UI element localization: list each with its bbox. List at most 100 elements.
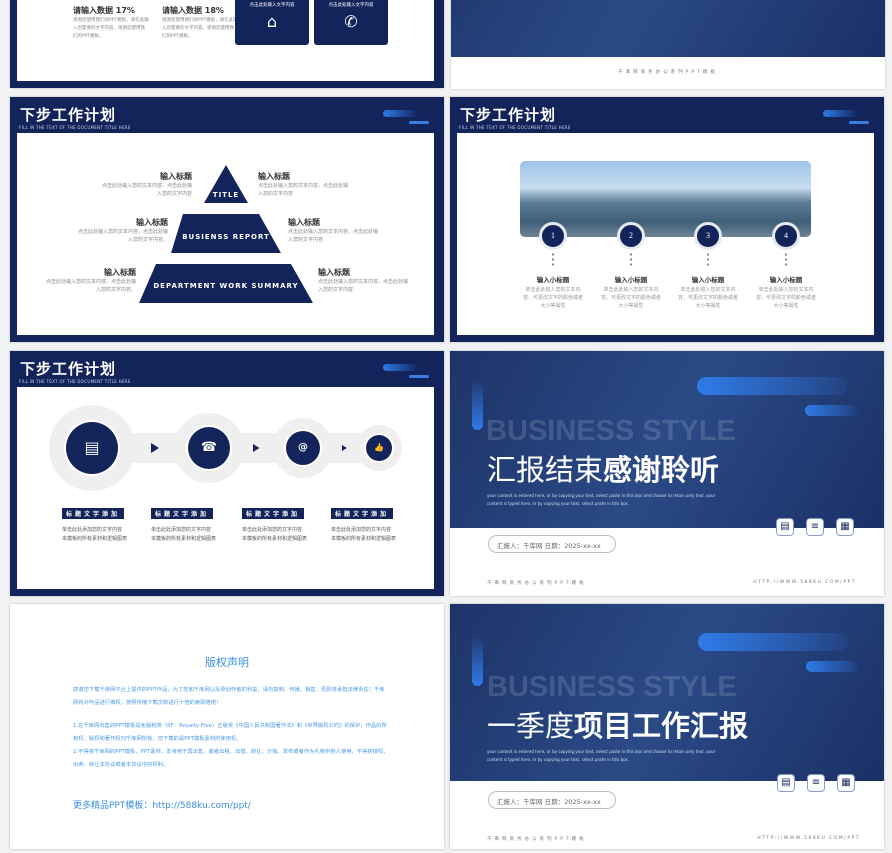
decor-bar (472, 634, 483, 686)
footer-right: HTTP://WWW.588KU.COM/PPT (753, 580, 856, 585)
home-icon: ⌂ (266, 12, 278, 31)
data-desc: 感谢您使用我们的PPT模板，请在此输入您需要的文字内容，感谢您使用我们的PPT模… (162, 18, 238, 39)
flow-desc: 单击此处添加您的文字内容 本模板的所有素材和逻辑图表 (242, 526, 307, 544)
label-desc: 点击此处输入您的文本内容，点击此处输入您的文字内容。 (78, 229, 169, 243)
step-title: 输入小标题 (769, 276, 803, 284)
body-text: your content is entered here, or by copy… (487, 749, 716, 762)
step-desc: 单击此处输入您的文本内容，可更改文字的颜色或者大小等属性 (677, 287, 738, 309)
footer-right: HTTP://WWW.588KU.COM/PPT (757, 836, 860, 841)
pyramid-right-3: 输入标题点击此处输入您的文本内容，点击此处输入您的文字内容 (318, 267, 408, 294)
label-title: 输入标题 (136, 218, 168, 227)
pyramid-diagram: TITLE BUSIENSS REPORT DEPARTMENT WORK SU… (139, 165, 313, 303)
step-number-circle: 3 (694, 222, 722, 250)
footer-left: 千库网商务办公系列PPT模板 (487, 581, 587, 586)
body-text: your content is entered here, or by copy… (487, 493, 716, 506)
step-title: 输入小标题 (691, 276, 725, 284)
pyramid-label: TITLE (213, 191, 239, 199)
flow-tag: 标题文字添加 (62, 508, 125, 519)
data-desc: 感谢您使用我们的PPT模板，请在此输入您需要的文字内容，感谢您使用我们的PPT模… (73, 18, 149, 39)
document-icon[interactable]: ▤ (776, 518, 794, 536)
card-text: 点击此处输入文字内容 (249, 3, 295, 8)
flow-desc: 单击此处添加您的文字内容 本模板的所有素材和逻辑图表 (62, 526, 127, 544)
flow-desc-line: 本模板的所有素材和逻辑图表 (242, 536, 308, 542)
step-number-circle: 4 (772, 222, 800, 250)
flow-tag: 标题文字添加 (151, 508, 214, 519)
copyright-body: 感谢您下载千库网平台上提供的PPT作品，为了您和千库网以及原创作者的利益，请勿复… (73, 684, 389, 772)
dotted-connector (707, 252, 709, 268)
step-number-circle: 2 (617, 222, 645, 250)
email-icon: @ (298, 442, 308, 453)
info-card: 点击此处输入文字内容 ⌂ (235, 0, 309, 45)
copyright-title: 版权声明 (205, 656, 249, 669)
closing-title: 汇报结束感谢聆听 (487, 447, 719, 489)
copyright-paragraph: 2.不得将千库网的PPT模板、PPT素材，本身用于再出售，或者出租、出借、转让、… (73, 749, 389, 768)
slide-content: 请输入数据 17% 感谢您使用我们的PPT模板，请在此输入您需要的文字内容，感谢… (17, 0, 434, 81)
title-bold: 感谢聆听 (603, 453, 720, 487)
dotted-connector (630, 252, 632, 268)
label-desc: 点击此处输入您的文本内容，点击此处输入您的文字内容 (288, 229, 379, 243)
database-icon[interactable]: ≡ (807, 774, 825, 792)
calendar-icon[interactable]: ▦ (837, 774, 855, 792)
city-skyline-image (520, 161, 811, 237)
title-bold: 项目工作汇报 (574, 709, 749, 743)
decor-bar (472, 378, 483, 430)
data-title: 请输入数据 17% (73, 6, 135, 15)
flow-diagram (49, 405, 402, 491)
document-icon[interactable]: ▤ (777, 774, 795, 792)
label-desc: 点击此处输入您的文本内容，点击此处输入您的文字内容。 (46, 279, 137, 293)
slide-subtitle: FILL IN THE TEXT OF THE DOCUMENT TITLE H… (459, 125, 571, 130)
flow-desc: 单击此处添加您的文字内容 本模板的所有素材和逻辑图表 (151, 526, 216, 544)
pyramid-left-1: 输入标题 点击此处输入您的文本内容，点击此处输入您的文字内容 (102, 171, 192, 198)
cover-title: 一季度项目工作汇报 (487, 703, 748, 745)
pyramid-label: DEPARTMENT WORK SUMMARY (153, 282, 298, 290)
step-title: 输入小标题 (536, 276, 570, 284)
pyramid-left-2: 输入标题点击此处输入您的文本内容，点击此处输入您的文字内容。 (78, 217, 168, 244)
label-title: 输入标题 (318, 268, 350, 277)
slide-thumbnail-flow[interactable]: 下步工作计划 FILL IN THE TEXT OF THE DOCUMENT … (10, 351, 444, 596)
data-title: 请输入数据 18% (162, 6, 224, 15)
decor-bar (697, 377, 847, 395)
title-light: 汇报结束 (487, 453, 604, 487)
slide-thumbnail-pyramid[interactable]: 下步工作计划 FILL IN THE TEXT OF THE DOCUMENT … (10, 97, 444, 342)
telephone-icon: ☎ (200, 440, 218, 455)
footer-text: 千库网商务办公系列PPT模板 (618, 70, 718, 75)
background-watermark-text: BUSINESS STYLE (486, 415, 736, 447)
slide-thumbnail-copyright[interactable]: 版权声明 感谢您下载千库网平台上提供的PPT作品，为了您和千库网以及原创作者的利… (10, 604, 444, 849)
flow-tag: 标题文字添加 (331, 508, 394, 519)
title-light: 一季度 (487, 709, 575, 743)
copyright-paragraph: 感谢您下载千库网平台上提供的PPT作品，为了您和千库网以及原创作者的利益，请勿复… (73, 687, 385, 706)
chat-icon: ▤ (84, 438, 100, 457)
background-watermark-text: BUSINESS STYLE (487, 671, 737, 703)
decor-bar (849, 121, 869, 124)
flow-tag: 标题文字添加 (242, 508, 305, 519)
label-desc: 点击此处输入您的文本内容，点击此处输入您的文字内容 (258, 183, 349, 197)
slide-thumbnail-steps[interactable]: 下步工作计划 FILL IN THE TEXT OF THE DOCUMENT … (450, 97, 884, 342)
label-desc: 点击此处输入您的文本内容，点击此处输入您的文字内容 (318, 279, 409, 293)
slide-thumbnail-cover[interactable]: BUSINESS STYLE 一季度项目工作汇报 your content is… (450, 604, 884, 849)
pyramid-right-2: 输入标题 点击此处输入您的文本内容，点击此处输入您的文字内容 (288, 217, 378, 244)
more-templates-link[interactable]: 更多精品PPT模板：http://588ku.com/ppt/ (73, 798, 251, 811)
dotted-connector (785, 252, 787, 268)
chart-photo-background (451, 0, 885, 57)
step-desc: 单击此处输入您的文本内容，可更改文字的颜色或者大小等属性 (600, 287, 661, 309)
pyramid-label: BUSIENSS REPORT (182, 233, 270, 241)
slide-thumbnail-data[interactable]: 请输入数据 17% 感谢您使用我们的PPT模板，请在此输入您需要的文字内容，感谢… (10, 0, 444, 88)
database-icon[interactable]: ≡ (806, 518, 824, 536)
flow-desc: 单击此处添加您的文字内容 本模板的所有素材和逻辑图表 (331, 526, 396, 544)
slide-thumbnail-chart[interactable]: 千库网商务办公系列PPT模板 (451, 0, 885, 89)
copyright-paragraph: 1.在千库网出售的PPT模板是免版税类（RF：Royalty-Free）正版受《… (73, 723, 387, 742)
decor-bar (806, 661, 858, 672)
reporter-pill: 汇报人：千库网 日期：2025-xx-xx (488, 791, 616, 809)
phone-icon: ✆ (344, 12, 358, 31)
slide-thumbnail-closing[interactable]: BUSINESS STYLE 汇报结束感谢聆听 your content is … (450, 351, 884, 596)
info-card: 点击此处输入文字内容 ✆ (314, 0, 388, 45)
step-number-circle: 1 (539, 222, 567, 250)
label-title: 输入标题 (160, 172, 192, 181)
slide-title: 下步工作计划 (460, 106, 557, 124)
calendar-icon[interactable]: ▦ (836, 518, 854, 536)
footer-left: 千库网商务办公系列PPT模板 (487, 837, 587, 842)
label-title: 输入标题 (258, 172, 290, 181)
thumbs-up-icon: 👍 (374, 443, 384, 452)
flow-desc-line: 本模板的所有素材和逻辑图表 (331, 536, 397, 542)
pyramid-left-3: 输入标题 点击此处输入您的文本内容，点击此处输入您的文字内容。 (46, 267, 136, 294)
